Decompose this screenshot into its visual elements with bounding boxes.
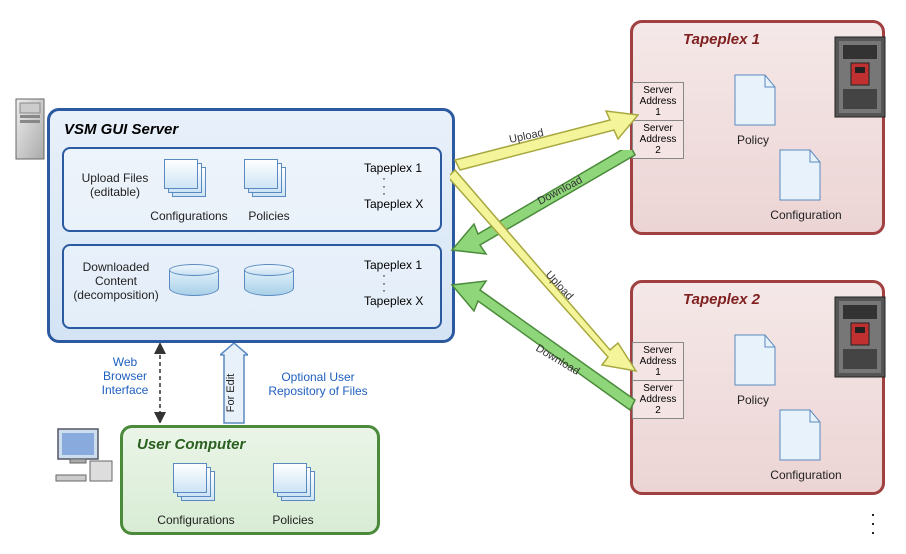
tapeplex2-addr1: Server Address 1 [633,343,683,381]
user-config-stack-icon [173,463,218,503]
user-computer-panel: User Computer Configurations Policies [120,425,380,535]
for-edit-arrow: For Edit [220,343,248,428]
download-tapeplex-list: Tapeplex 1 ··· Tapeplex X [364,258,423,308]
user-configs-label: Configurations [151,513,241,527]
continuation-dots: ··· [870,510,876,537]
web-browser-interface-label: Web Browser Interface [94,355,156,397]
tapeplex-last-2: Tapeplex X [364,294,423,308]
upload-tapeplex-list: Tapeplex 1 ··· Tapeplex X [364,161,423,211]
tapeplex-2-title: Tapeplex 2 [683,291,760,308]
tapeplex2-policy-label: Policy [728,393,778,407]
tapeplex-last: Tapeplex X [364,197,423,211]
tapeplex2-addr2: Server Address 2 [633,381,683,418]
configs-label-upload: Configurations [144,209,234,223]
policy-cylinder-icon [244,264,294,302]
tapeplex2-rack-icon [833,295,888,380]
desktop-computer-icon [50,425,120,485]
optional-repo-label: Optional User Repository of Files [258,370,378,398]
tapeplex1-addr2: Server Address 2 [633,121,683,158]
vsm-gui-server-panel: VSM GUI Server Upload Files (editable) C… [47,108,455,343]
upload-files-label: Upload Files (editable) [72,171,158,199]
tapeplex1-policy-icon [733,73,777,127]
policy-stack-icon [244,159,289,199]
server-panel-title: VSM GUI Server [64,121,178,138]
download-arrow-2: Download [450,275,640,415]
tapeplex-1-title: Tapeplex 1 [683,31,760,48]
user-panel-title: User Computer [137,436,245,453]
tapeplex1-policy-label: Policy [728,133,778,147]
tapeplex2-policy-icon [733,333,777,387]
config-stack-icon [164,159,209,199]
tapeplex2-config-label: Configuration [761,468,851,482]
tapeplex1-addr1: Server Address 1 [633,83,683,121]
standalone-server-icon [10,95,50,165]
tapeplex1-config-icon [778,148,822,202]
tapeplex1-config-label: Configuration [761,208,851,222]
svg-text:For Edit: For Edit [225,374,237,413]
user-policy-stack-icon [273,463,318,503]
upload-subpanel: Upload Files (editable) Configurations P… [62,147,442,232]
downloaded-content-label: Downloaded Content (decomposition) [68,260,164,302]
tapeplex1-rack-icon [833,35,888,120]
web-browser-arrow [150,343,170,423]
tapeplex2-config-icon [778,408,822,462]
policies-label-upload: Policies [239,209,299,223]
config-cylinder-icon [169,264,219,302]
downloaded-subpanel: Downloaded Content (decomposition) Tapep… [62,244,442,329]
tapeplex-first: Tapeplex 1 [364,161,423,175]
tapeplex-first-2: Tapeplex 1 [364,258,423,272]
user-policies-label: Policies [258,513,328,527]
